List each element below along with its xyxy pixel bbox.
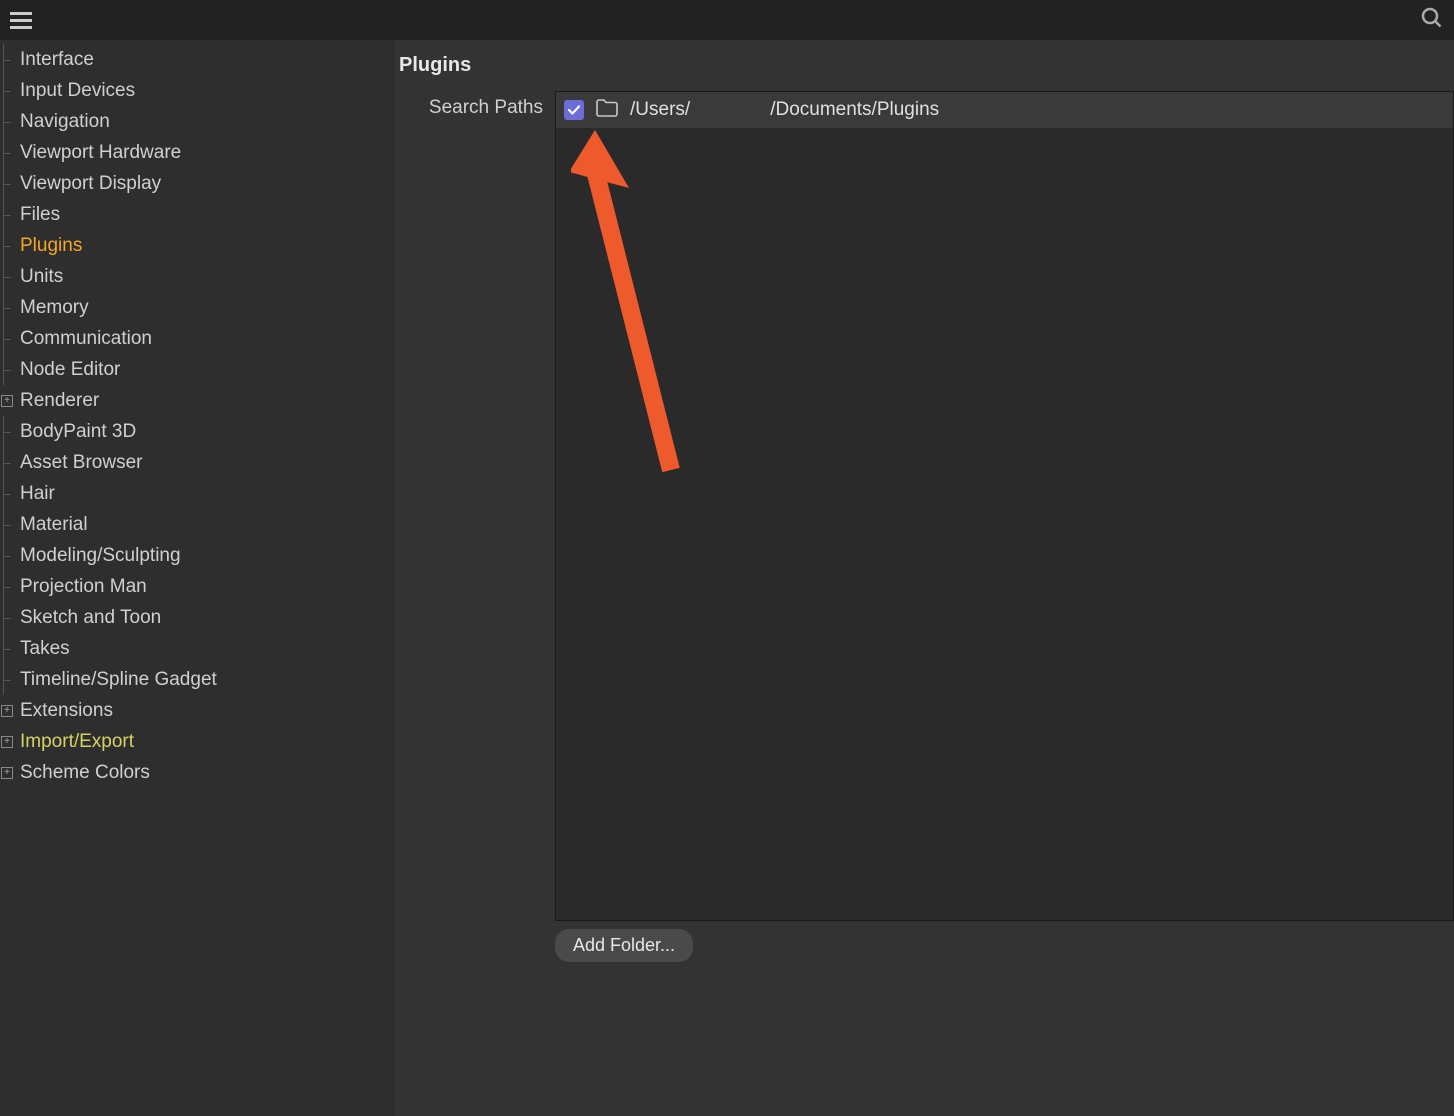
sidebar-item-label: Hair [20, 483, 55, 505]
sidebar-item-files[interactable]: Files [0, 199, 395, 230]
sidebar-item-node-editor[interactable]: Node Editor [0, 354, 395, 385]
sidebar-item-viewport-hardware[interactable]: Viewport Hardware [0, 137, 395, 168]
sidebar-item-input-devices[interactable]: Input Devices [0, 75, 395, 106]
sidebar-item-extensions[interactable]: + Extensions [0, 695, 395, 726]
sidebar-item-label: Node Editor [20, 359, 120, 381]
top-bar [0, 0, 1454, 40]
sidebar-item-label: Viewport Hardware [20, 142, 181, 164]
sidebar-item-label: Viewport Display [20, 173, 161, 195]
sidebar-item-viewport-display[interactable]: Viewport Display [0, 168, 395, 199]
sidebar-item-timeline-spline-gadget[interactable]: Timeline/Spline Gadget [0, 664, 395, 695]
sidebar-item-label: Navigation [20, 111, 110, 133]
sidebar-item-asset-browser[interactable]: Asset Browser [0, 447, 395, 478]
sidebar-item-label: Renderer [20, 390, 99, 412]
sidebar-item-label: Sketch and Toon [20, 607, 161, 629]
sidebar-item-communication[interactable]: Communication [0, 323, 395, 354]
sidebar-item-label: Material [20, 514, 88, 536]
sidebar-item-label: Extensions [20, 700, 113, 722]
hamburger-menu-icon[interactable] [10, 12, 32, 29]
expand-icon[interactable]: + [1, 705, 13, 717]
sidebar-item-label: Asset Browser [20, 452, 142, 474]
sidebar-item-label: Takes [20, 638, 70, 660]
sidebar-item-interface[interactable]: Interface [0, 44, 395, 75]
sidebar-item-navigation[interactable]: Navigation [0, 106, 395, 137]
path-enabled-checkbox[interactable] [564, 100, 584, 120]
add-folder-row: Add Folder... [555, 929, 1454, 962]
sidebar-item-label: Plugins [20, 235, 82, 257]
sidebar-item-takes[interactable]: Takes [0, 633, 395, 664]
search-path-text: /Users//Documents/Plugins [630, 99, 939, 121]
search-paths-list[interactable]: /Users//Documents/Plugins [555, 91, 1454, 921]
sidebar-item-label: Files [20, 204, 60, 226]
search-paths-row: Search Paths /Users//Documents/Plugins A… [395, 91, 1454, 962]
sidebar-item-memory[interactable]: Memory [0, 292, 395, 323]
main-area: Interface Input Devices Navigation Viewport… [0, 40, 1454, 1116]
sidebar-item-label: Projection Man [20, 576, 147, 598]
sidebar-item-label: Scheme Colors [20, 762, 150, 784]
search-path-row[interactable]: /Users//Documents/Plugins [556, 92, 1453, 128]
sidebar-item-label: BodyPaint 3D [20, 421, 136, 443]
expand-icon[interactable]: + [1, 736, 13, 748]
sidebar-item-hair[interactable]: Hair [0, 478, 395, 509]
page-title: Plugins [395, 54, 1454, 77]
folder-icon [596, 99, 618, 122]
search-paths-label: Search Paths [395, 91, 555, 119]
sidebar-item-label: Interface [20, 49, 94, 71]
search-icon[interactable] [1420, 6, 1444, 35]
sidebar-item-import-export[interactable]: + Import/Export [0, 726, 395, 757]
sidebar-item-label: Modeling/Sculpting [20, 545, 181, 567]
sidebar-item-label: Units [20, 266, 63, 288]
sidebar-item-material[interactable]: Material [0, 509, 395, 540]
sidebar-item-label: Communication [20, 328, 152, 350]
sidebar-item-scheme-colors[interactable]: + Scheme Colors [0, 757, 395, 788]
sidebar-item-units[interactable]: Units [0, 261, 395, 292]
search-paths-container: /Users//Documents/Plugins Add Folder... [555, 91, 1454, 962]
content-panel: Plugins Search Paths /Users//Documents/P… [395, 40, 1454, 1116]
expand-icon[interactable]: + [1, 395, 13, 407]
sidebar-item-plugins[interactable]: Plugins [0, 230, 395, 261]
sidebar-item-label: Import/Export [20, 731, 134, 753]
sidebar-item-bodypaint-3d[interactable]: BodyPaint 3D [0, 416, 395, 447]
add-folder-button[interactable]: Add Folder... [555, 929, 693, 962]
sidebar-item-sketch-and-toon[interactable]: Sketch and Toon [0, 602, 395, 633]
sidebar-item-renderer[interactable]: + Renderer [0, 385, 395, 416]
sidebar-item-label: Memory [20, 297, 89, 319]
sidebar-item-label: Timeline/Spline Gadget [20, 669, 217, 691]
sidebar-item-label: Input Devices [20, 80, 135, 102]
preferences-sidebar: Interface Input Devices Navigation Viewport… [0, 40, 395, 1116]
sidebar-item-modeling-sculpting[interactable]: Modeling/Sculpting [0, 540, 395, 571]
sidebar-item-projection-man[interactable]: Projection Man [0, 571, 395, 602]
expand-icon[interactable]: + [1, 767, 13, 779]
